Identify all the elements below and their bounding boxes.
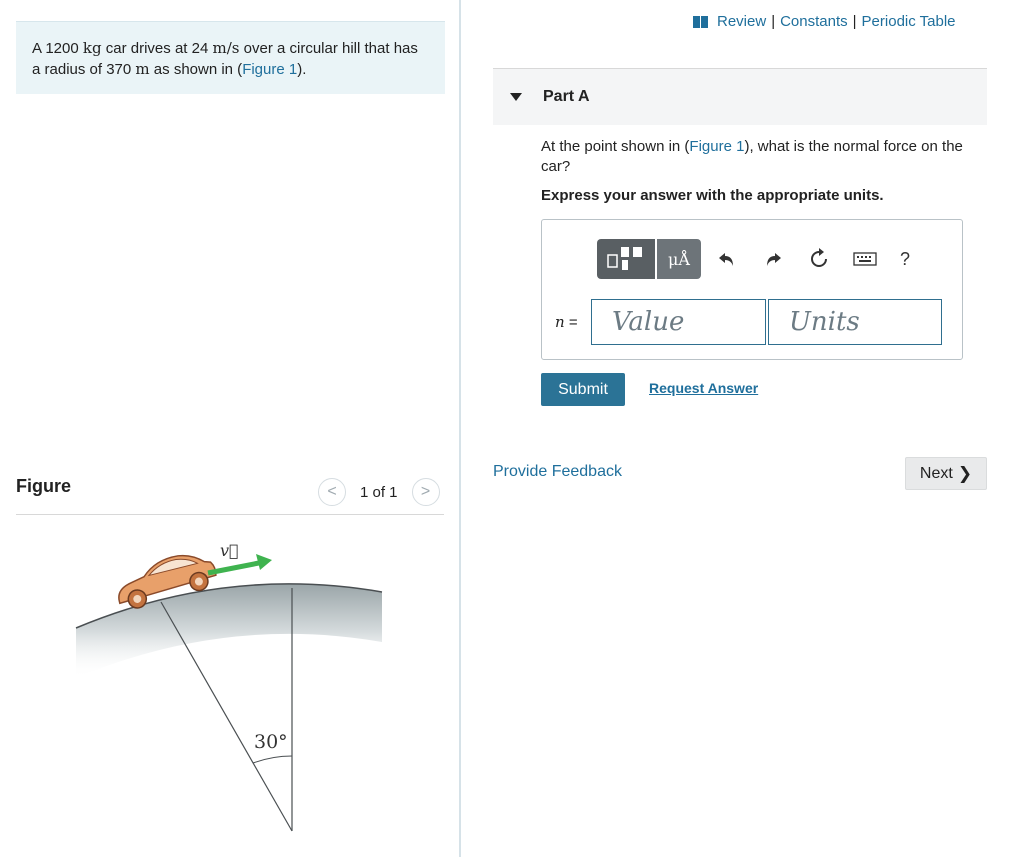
- equals-sign: =: [564, 314, 578, 331]
- part-label: Part A: [543, 88, 590, 105]
- panel-divider: [459, 0, 461, 857]
- velocity-arrowhead: [256, 554, 272, 570]
- speed-unit: m/s: [212, 39, 240, 57]
- separator: |: [852, 13, 857, 30]
- units-icon: μÅ: [668, 249, 690, 269]
- prev-figure-button[interactable]: <: [318, 478, 346, 506]
- figure-link[interactable]: Figure 1: [242, 61, 297, 78]
- keyboard-icon: [853, 252, 877, 266]
- separator: |: [771, 13, 776, 30]
- question-text-1: At the point shown in (: [541, 138, 690, 155]
- variable-name: n: [555, 313, 565, 331]
- hill-figure: 30° v⃗: [75, 541, 383, 832]
- answer-variable-label: n =: [555, 313, 578, 331]
- part-a-header[interactable]: Part A: [493, 69, 987, 125]
- templates-button[interactable]: [597, 239, 655, 279]
- angle-label: 30°: [254, 731, 288, 753]
- instruction-text: Express your answer with the appropriate…: [541, 187, 884, 204]
- redo-button[interactable]: [753, 239, 793, 279]
- help-button[interactable]: ?: [885, 239, 925, 279]
- reset-button[interactable]: [799, 239, 839, 279]
- problem-text-4: as shown in (: [149, 61, 243, 78]
- problem-text-1: A 1200: [32, 40, 83, 57]
- next-button[interactable]: Next ❯: [905, 457, 987, 490]
- velocity-arrow: [207, 559, 265, 576]
- math-toolbar: μÅ ?: [597, 239, 925, 279]
- units-input[interactable]: [768, 299, 942, 345]
- submit-button[interactable]: Submit: [541, 373, 625, 406]
- mass-unit: kg: [82, 39, 102, 57]
- chevron-left-icon: <: [327, 483, 337, 500]
- problem-text-5: ).: [297, 61, 307, 78]
- book-icon: [693, 15, 709, 28]
- request-answer-link[interactable]: Request Answer: [649, 380, 758, 396]
- problem-text-2: car drives at 24: [101, 40, 213, 57]
- help-icon: ?: [899, 248, 910, 269]
- velocity-label: v⃗: [220, 541, 239, 560]
- keyboard-button[interactable]: [845, 239, 885, 279]
- figure-divider: [16, 514, 444, 515]
- next-label: Next: [919, 464, 953, 482]
- undo-icon: [719, 253, 733, 266]
- figure-pager: < 1 of 1 >: [318, 478, 440, 506]
- collapse-triangle-icon[interactable]: [510, 93, 522, 101]
- value-input[interactable]: [591, 299, 766, 345]
- header-links: Review | Constants | Periodic Table: [693, 13, 956, 30]
- templates-icon: [607, 247, 642, 270]
- review-link[interactable]: Review: [717, 13, 766, 30]
- constants-link[interactable]: Constants: [780, 13, 848, 30]
- chevron-right-icon: >: [420, 483, 431, 500]
- problem-statement: A 1200 kg car drives at 24 m/s over a ci…: [16, 21, 445, 94]
- next-figure-button[interactable]: >: [411, 478, 440, 506]
- provide-feedback-link[interactable]: Provide Feedback: [493, 463, 622, 481]
- redo-icon: [767, 253, 781, 266]
- question-text: At the point shown in (Figure 1), what i…: [541, 137, 987, 177]
- pager-text: 1 of 1: [360, 483, 398, 501]
- units-button[interactable]: μÅ: [657, 239, 701, 279]
- angle-arc: [252, 755, 293, 764]
- chevron-right-icon: ❯: [957, 463, 973, 483]
- radius-unit: m: [135, 60, 150, 78]
- reset-icon: [811, 248, 827, 267]
- figure-title: Figure: [16, 476, 72, 496]
- figure-link[interactable]: Figure 1: [689, 138, 744, 155]
- periodic-table-link[interactable]: Periodic Table: [862, 13, 956, 30]
- undo-button[interactable]: [707, 239, 747, 279]
